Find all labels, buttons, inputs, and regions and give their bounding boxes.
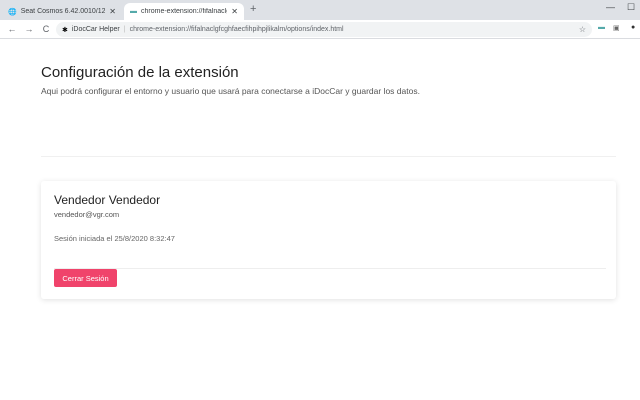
maximize-button[interactable]: ☐ xyxy=(627,2,635,13)
address-bar[interactable]: ✱ iDocCar Helper | chrome-extension://fi… xyxy=(56,22,592,37)
tab-title: Seat Cosmos 6.42.0010/12.11.11( xyxy=(20,8,106,15)
tab-bar: 🌐 Seat Cosmos 6.42.0010/12.11.11( ✕ ▬ ch… xyxy=(0,0,640,20)
toolbar: ← → C ✱ iDocCar Helper | chrome-extensio… xyxy=(0,20,640,39)
profile-icon[interactable]: ● xyxy=(631,24,635,31)
user-email: vendedor@vgr.com xyxy=(54,210,120,219)
tab-seat-cosmos[interactable]: 🌐 Seat Cosmos 6.42.0010/12.11.11( ✕ xyxy=(2,3,122,20)
globe-icon: 🌐 xyxy=(8,8,17,16)
user-card: Vendedor Vendedor vendedor@vgr.com Sesió… xyxy=(41,181,616,299)
divider xyxy=(54,268,606,269)
puzzle-icon: ✱ xyxy=(62,26,68,34)
minimize-button[interactable]: — xyxy=(606,2,615,12)
tab-extension[interactable]: ▬ chrome-extension://fifalnaclgfcgh ✕ xyxy=(124,3,244,20)
close-icon[interactable]: ✕ xyxy=(231,7,238,16)
tab-title: chrome-extension://fifalnaclgfcgh xyxy=(141,8,227,15)
session-info: Sesión iniciada el 25/8/2020 8:32:47 xyxy=(54,234,175,243)
extension-favicon-icon: ▬ xyxy=(130,8,137,15)
close-icon[interactable]: ✕ xyxy=(109,7,116,16)
logout-button[interactable]: Cerrar Sesión xyxy=(54,269,117,287)
divider xyxy=(41,156,616,157)
new-tab-button[interactable]: + xyxy=(250,3,256,15)
forward-button[interactable]: → xyxy=(24,24,34,34)
page-subtitle: Aqui podrá configurar el entorno y usuar… xyxy=(41,86,420,96)
divider: | xyxy=(123,26,126,33)
w-extension-icon[interactable]: ▣ xyxy=(613,24,620,32)
extension-name: iDocCar Helper xyxy=(71,26,120,33)
page-title: Configuración de la extensión xyxy=(41,64,239,81)
reload-button[interactable]: C xyxy=(41,24,51,34)
star-icon[interactable]: ☆ xyxy=(579,25,586,34)
extension-icon[interactable]: ▬ xyxy=(598,24,605,31)
user-name: Vendedor Vendedor xyxy=(54,193,161,207)
url-text[interactable]: chrome-extension://fifalnaclgfcghfaecfih… xyxy=(130,26,344,33)
back-button[interactable]: ← xyxy=(7,24,17,34)
